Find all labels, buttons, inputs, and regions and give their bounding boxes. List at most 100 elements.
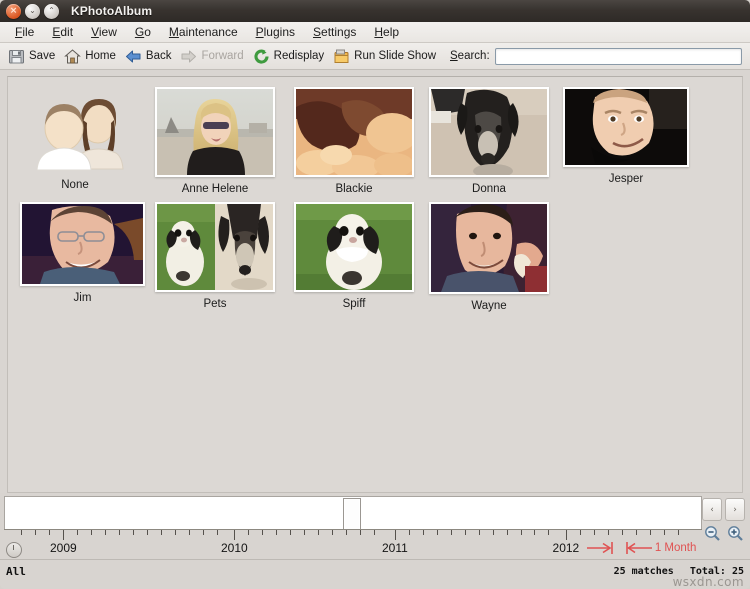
maximize-icon[interactable]: ⌃	[44, 3, 59, 19]
browser-area: None Anne Helene Blackie Donna Jesper Ji…	[0, 70, 750, 493]
tick-minor	[262, 530, 264, 535]
photo-thumbnail	[22, 204, 143, 284]
tick-minor	[216, 530, 218, 535]
zoom-in-button[interactable]	[725, 523, 745, 543]
menu-mnemonic: S	[313, 25, 322, 39]
run-slideshow-button[interactable]: Run Slide Show	[330, 47, 442, 66]
tick-minor	[663, 530, 665, 535]
list-item-label: Donna	[472, 183, 506, 195]
resolution-label: 1 Month	[654, 542, 697, 554]
photo-thumbnail	[157, 89, 273, 175]
save-label: Save	[29, 50, 56, 62]
thumbnail-frame	[20, 87, 130, 173]
home-button[interactable]: Home	[61, 47, 122, 66]
list-item-label: Spiff	[342, 298, 366, 310]
status-matches: 25 matches	[613, 566, 674, 577]
tick-major	[63, 530, 65, 540]
menu-item-settings[interactable]: Settings	[304, 23, 365, 41]
photo-thumbnail	[431, 89, 547, 175]
date-prev-button[interactable]: ‹	[702, 498, 722, 521]
photo-thumbnail	[296, 89, 412, 175]
tick-minor	[450, 530, 452, 535]
back-button[interactable]: Back	[122, 47, 178, 66]
tick-minor	[105, 530, 107, 535]
tick-minor	[621, 530, 623, 535]
menu-mnemonic: E	[52, 25, 61, 39]
tick-minor	[49, 530, 51, 535]
list-item-label: Jim	[73, 292, 92, 304]
tick-minor	[478, 530, 480, 535]
right-arrow-icon	[181, 50, 197, 62]
left-arrow-icon	[125, 50, 141, 62]
window-title: KPhotoAlbum	[71, 4, 153, 18]
thumbnail-frame	[563, 87, 689, 167]
tick-minor	[175, 530, 176, 535]
list-item[interactable]: Anne Helene	[155, 87, 275, 195]
list-item[interactable]: Pets	[155, 202, 275, 310]
slideshow-label: Run Slide Show	[354, 50, 436, 62]
list-item[interactable]: None	[20, 87, 130, 191]
list-item[interactable]: Spiff	[294, 202, 414, 310]
tick-minor	[147, 530, 149, 535]
list-item[interactable]: Wayne	[429, 202, 549, 312]
category-grid: None Anne Helene Blackie Donna Jesper Ji…	[20, 87, 742, 492]
date-bar-controls: ‹ ›	[702, 496, 746, 559]
list-item-label: Pets	[203, 298, 227, 310]
slideshow-icon	[334, 49, 349, 63]
tick-minor	[332, 530, 334, 535]
thumbnail-frame	[155, 202, 275, 292]
save-button[interactable]: Save	[5, 47, 61, 66]
thumbnail-canvas[interactable]: None Anne Helene Blackie Donna Jesper Ji…	[7, 76, 743, 493]
list-item[interactable]: Jesper	[563, 87, 689, 185]
menu-item-plugins[interactable]: Plugins	[247, 23, 304, 41]
menu-item-maintenance[interactable]: Maintenance	[160, 23, 247, 41]
photo-thumbnail	[431, 204, 547, 292]
redisplay-button[interactable]: Redisplay	[250, 47, 331, 66]
zoom-out-button[interactable]	[702, 523, 722, 543]
year-label: 2012	[552, 541, 580, 555]
tick-major	[565, 530, 567, 540]
menu-item-help[interactable]: Help	[365, 23, 408, 41]
tick-minor	[276, 530, 278, 535]
date-bar-track[interactable]: 2009 2010 2011 2012 1 Month	[4, 496, 702, 559]
zoom-out-icon	[704, 525, 720, 541]
back-label: Back	[145, 50, 172, 62]
list-item[interactable]: Jim	[20, 202, 145, 304]
date-bar-handle[interactable]	[342, 498, 361, 533]
tick-minor	[373, 530, 375, 535]
list-item-label: Blackie	[335, 183, 373, 195]
thumbnail-frame	[294, 87, 414, 177]
photo-thumbnail	[296, 204, 412, 290]
tick-major	[394, 530, 396, 540]
thumbnail-frame	[294, 202, 414, 292]
tick-minor	[534, 530, 536, 535]
thumbnail-frame	[429, 202, 549, 294]
list-item[interactable]: Donna	[429, 87, 549, 195]
menu-item-go[interactable]: Go	[126, 23, 160, 41]
search-input[interactable]	[494, 47, 742, 65]
menu-mnemonic: G	[134, 25, 145, 39]
tick-minor	[133, 530, 135, 535]
menu-item-view[interactable]: View	[82, 23, 126, 41]
date-histogram[interactable]	[4, 496, 702, 533]
list-item[interactable]: Blackie	[294, 87, 414, 195]
tick-minor	[422, 530, 424, 535]
year-label: 2009	[49, 541, 77, 555]
watermark: wsxdn.com	[672, 575, 744, 589]
menu-item-edit[interactable]: Edit	[43, 23, 82, 41]
list-item-label: Jesper	[608, 173, 644, 185]
menu-item-file[interactable]: File	[6, 23, 43, 41]
search-label: Search:	[450, 50, 490, 62]
tick-minor	[677, 530, 679, 535]
close-icon[interactable]: ×	[6, 3, 21, 19]
menu-mnemonic: M	[168, 25, 179, 39]
minimize-icon[interactable]: ⌄	[25, 3, 40, 19]
tick-minor	[649, 530, 651, 535]
menu-mnemonic: F	[15, 25, 23, 39]
tick-minor	[359, 530, 361, 535]
clock-icon[interactable]	[6, 542, 22, 558]
thumbnail-frame	[155, 87, 275, 177]
photo-thumbnail	[565, 89, 687, 165]
list-item-label: None	[61, 179, 89, 191]
date-next-button[interactable]: ›	[725, 498, 745, 521]
